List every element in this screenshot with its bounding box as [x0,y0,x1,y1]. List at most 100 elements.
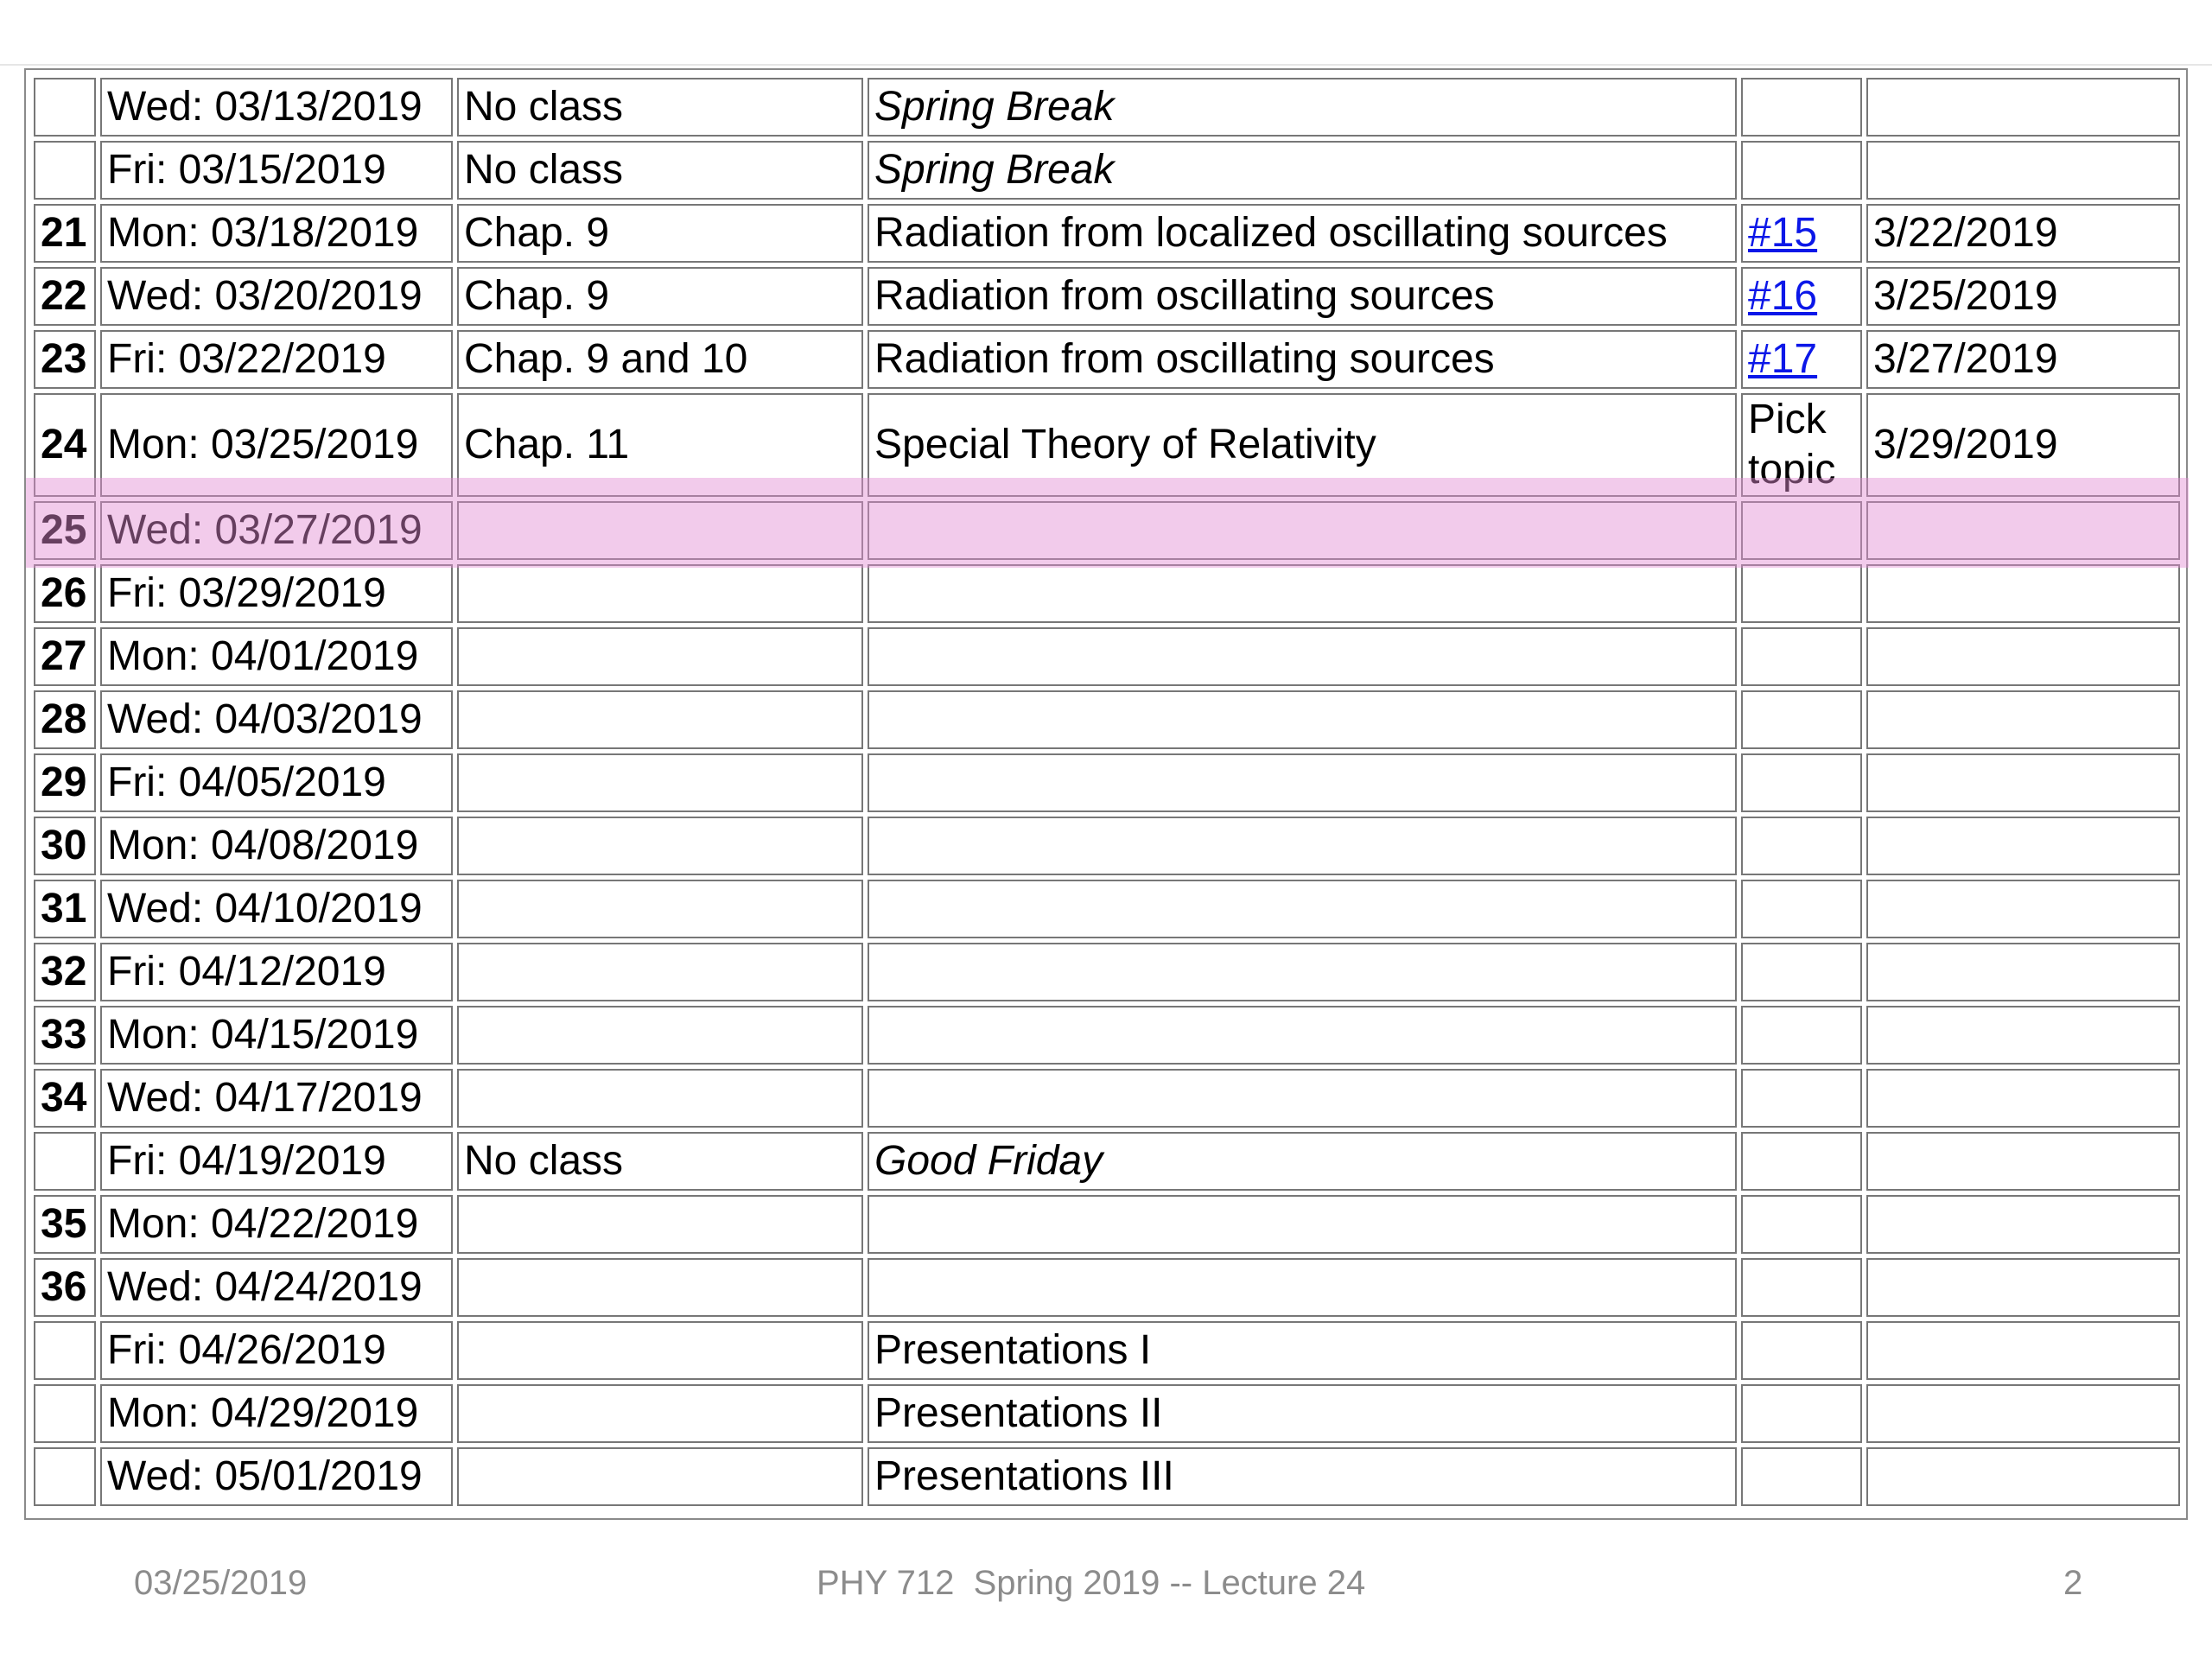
lecture-date-cell: Fri: 04/26/2019 [100,1321,453,1380]
lecture-date-cell: Wed: 04/24/2019 [100,1258,453,1317]
lecture-date-cell: Wed: 04/03/2019 [100,690,453,749]
schedule-row: 27 Mon: 04/01/2019 [34,627,2180,686]
lecture-date-cell: Mon: 04/01/2019 [100,627,453,686]
homework-cell [1741,1069,1862,1128]
topic-cell: Spring Break [868,78,1737,137]
homework-link[interactable]: #16 [1748,273,1817,319]
reading-cell [457,1069,863,1128]
schedule-row: 24 Mon: 03/25/2019 Chap. 11 Special Theory … [34,393,2180,497]
lecture-number-cell: 33 [34,1006,96,1065]
lecture-number-cell: 24 [34,393,96,497]
topic-cell: Special Theory of Relativity [868,393,1737,497]
homework-cell [1741,1321,1862,1380]
lecture-number-cell: 31 [34,880,96,938]
schedule-row: 34 Wed: 04/17/2019 [34,1069,2180,1128]
homework-cell [1741,817,1862,875]
due-date-cell: 3/29/2019 [1866,393,2180,497]
schedule-table-frame: Wed: 03/13/2019 No class Spring Break Fri: … [24,68,2189,1520]
due-date-cell [1866,943,2180,1001]
homework-cell [1741,501,1862,560]
homework-cell [1741,943,1862,1001]
topic-cell: Presentations III [868,1447,1737,1506]
schedule-row: 32 Fri: 04/12/2019 [34,943,2180,1001]
schedule-row: 35 Mon: 04/22/2019 [34,1195,2180,1254]
reading-cell: Chap. 9 [457,267,863,326]
lecture-number-cell: 30 [34,817,96,875]
schedule-row: 29 Fri: 04/05/2019 [34,753,2180,812]
due-date-cell [1866,1384,2180,1443]
schedule-row: Wed: 03/13/2019 No class Spring Break [34,78,2180,137]
homework-cell [1741,627,1862,686]
lecture-number-cell [34,78,96,137]
homework-cell: #16 [1741,267,1862,326]
due-date-cell [1866,564,2180,623]
due-date-cell [1866,1258,2180,1317]
schedule-row: 22 Wed: 03/20/2019 Chap. 9 Radiation from o… [34,267,2180,326]
lecture-number-cell: 34 [34,1069,96,1128]
topic-cell [868,564,1737,623]
homework-cell [1741,1006,1862,1065]
homework-link[interactable]: #17 [1748,336,1817,382]
schedule-table: Wed: 03/13/2019 No class Spring Break Fri: … [29,73,2184,1510]
due-date-cell [1866,753,2180,812]
topic-cell [868,817,1737,875]
homework-cell [1741,1195,1862,1254]
lecture-date-cell: Wed: 04/10/2019 [100,880,453,938]
homework-cell [1741,1258,1862,1317]
footer-title: PHY 712 Spring 2019 -- Lecture 24 [817,1564,1366,1602]
topic-cell: Radiation from localized oscillating sou… [868,204,1737,263]
schedule-row: 28 Wed: 04/03/2019 [34,690,2180,749]
reading-cell: Chap. 9 and 10 [457,330,863,389]
reading-cell: No class [457,141,863,200]
lecture-date-cell: Wed: 03/13/2019 [100,78,453,137]
reading-cell: Chap. 9 [457,204,863,263]
lecture-date-cell: Fri: 04/12/2019 [100,943,453,1001]
due-date-cell [1866,817,2180,875]
lecture-date-cell: Fri: 03/22/2019 [100,330,453,389]
lecture-number-cell: 32 [34,943,96,1001]
lecture-number-cell: 22 [34,267,96,326]
topic-cell [868,690,1737,749]
homework-cell [1741,1384,1862,1443]
due-date-cell [1866,627,2180,686]
lecture-date-cell: Wed: 05/01/2019 [100,1447,453,1506]
schedule-row: 30 Mon: 04/08/2019 [34,817,2180,875]
due-date-cell [1866,501,2180,560]
topic-cell [868,943,1737,1001]
reading-cell [457,943,863,1001]
topic-cell: Presentations II [868,1384,1737,1443]
lecture-date-cell: Fri: 04/19/2019 [100,1132,453,1191]
due-date-cell [1866,1195,2180,1254]
schedule-row: 36 Wed: 04/24/2019 [34,1258,2180,1317]
schedule-table-body: Wed: 03/13/2019 No class Spring Break Fri: … [34,78,2180,1506]
reading-cell: No class [457,78,863,137]
topic-cell [868,880,1737,938]
topic-cell [868,501,1737,560]
topic-cell [868,1069,1737,1128]
homework-cell [1741,141,1862,200]
reading-cell [457,627,863,686]
lecture-number-cell: 21 [34,204,96,263]
reading-cell [457,501,863,560]
due-date-cell: 3/22/2019 [1866,204,2180,263]
reading-cell [457,1447,863,1506]
schedule-row: 21 Mon: 03/18/2019 Chap. 9 Radiation from l… [34,204,2180,263]
topic-cell [868,1006,1737,1065]
footer-page-number: 2 [2063,1564,2083,1602]
topic-cell: Good Friday [868,1132,1737,1191]
due-date-cell [1866,141,2180,200]
due-date-cell: 3/25/2019 [1866,267,2180,326]
lecture-number-cell [34,1321,96,1380]
reading-cell [457,564,863,623]
reading-cell [457,1384,863,1443]
homework-link[interactable]: #15 [1748,210,1817,256]
schedule-row: Fri: 04/26/2019 Presentations I [34,1321,2180,1380]
due-date-cell [1866,78,2180,137]
due-date-cell [1866,1132,2180,1191]
homework-cell [1741,753,1862,812]
schedule-row: Wed: 05/01/2019 Presentations III [34,1447,2180,1506]
homework-cell [1741,564,1862,623]
reading-cell [457,1195,863,1254]
reading-cell [457,753,863,812]
reading-cell [457,1006,863,1065]
